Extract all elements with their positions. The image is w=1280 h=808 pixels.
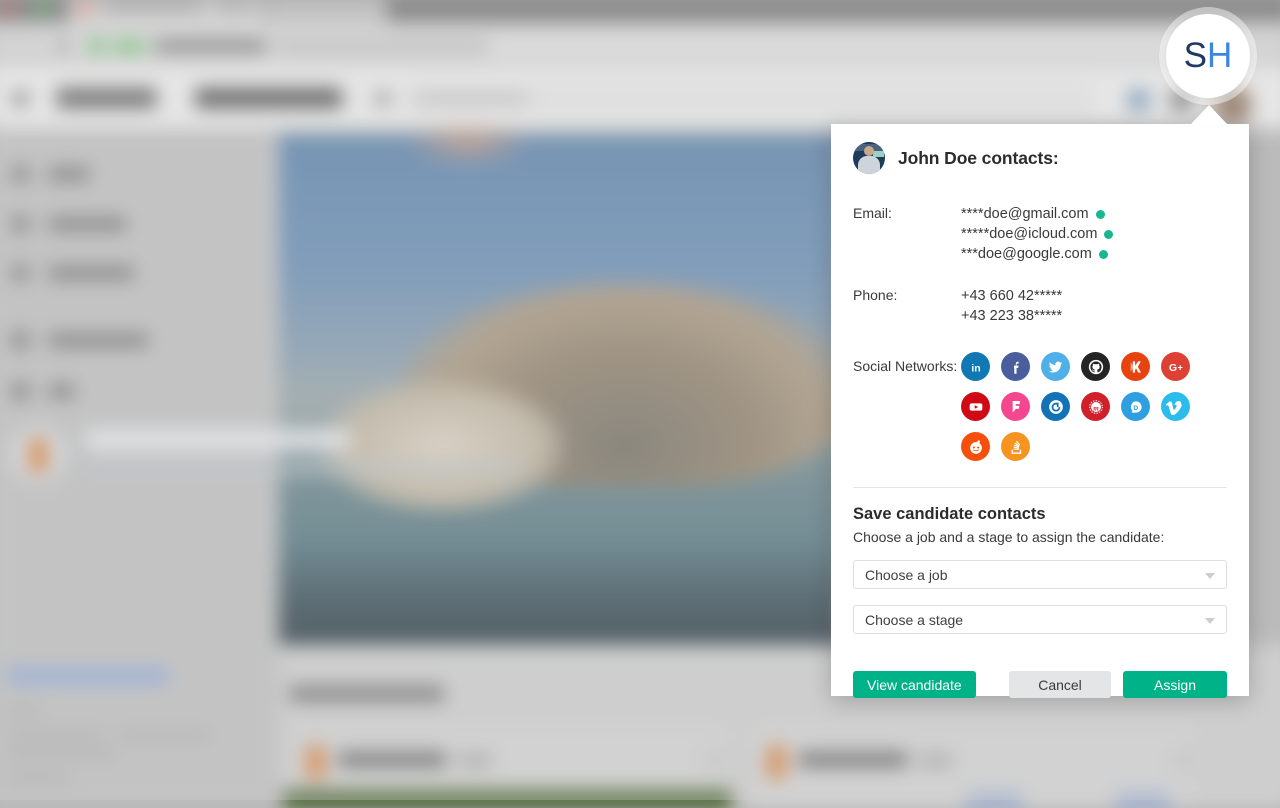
save-candidate-section: Save candidate contacts Choose a job and…	[853, 488, 1227, 698]
phone-item[interactable]: +43 660 42*****	[961, 286, 1227, 306]
svg-text:m: m	[1093, 404, 1099, 412]
email-values: ****doe@gmail.com *****doe@icloud.com **…	[961, 204, 1227, 264]
twitter-icon[interactable]	[1041, 352, 1070, 381]
google-plus-icon[interactable]: G+	[1161, 352, 1190, 381]
stage-select[interactable]: Choose a stage	[853, 605, 1227, 634]
view-candidate-button[interactable]: View candidate	[853, 671, 976, 698]
phone-row: Phone: +43 660 42***** +43 223 38*****	[853, 286, 1227, 326]
cancel-button[interactable]: Cancel	[1009, 671, 1111, 698]
email-text: *****doe@icloud.com	[961, 224, 1097, 244]
chevron-down-icon	[1205, 573, 1215, 579]
candidate-contacts-popover: John Doe contacts: Email: ****doe@gmail.…	[831, 124, 1249, 696]
vimeo-icon[interactable]	[1161, 392, 1190, 421]
github-icon[interactable]	[1081, 352, 1110, 381]
reddit-icon[interactable]	[961, 432, 990, 461]
popover-title: John Doe contacts:	[898, 148, 1059, 169]
svg-text:in: in	[971, 362, 980, 374]
phone-label: Phone:	[853, 286, 961, 303]
contact-details: Email: ****doe@gmail.com *****doe@icloud…	[853, 204, 1227, 461]
linkedin-icon[interactable]: in	[961, 352, 990, 381]
avatar-initial-second: H	[1207, 36, 1232, 75]
facebook-icon[interactable]	[1001, 352, 1030, 381]
email-row: Email: ****doe@gmail.com *****doe@icloud…	[853, 204, 1227, 264]
foursquare-icon[interactable]	[1001, 392, 1030, 421]
job-select-value: Choose a job	[865, 567, 948, 583]
phone-values: +43 660 42***** +43 223 38*****	[961, 286, 1227, 326]
job-select[interactable]: Choose a job	[853, 560, 1227, 589]
user-avatar-badge[interactable]: SH	[1166, 14, 1250, 98]
email-text: ***doe@google.com	[961, 244, 1092, 264]
save-section-title: Save candidate contacts	[853, 505, 1227, 524]
avatar-initials: SH	[1184, 36, 1233, 76]
svg-text:D: D	[1133, 405, 1138, 412]
disqus-icon[interactable]: D	[1121, 392, 1150, 421]
chevron-down-icon	[1205, 618, 1215, 624]
email-text: ****doe@gmail.com	[961, 204, 1089, 224]
email-item[interactable]: ***doe@google.com	[961, 244, 1227, 264]
email-item[interactable]: ****doe@gmail.com	[961, 204, 1227, 224]
assign-button[interactable]: Assign	[1123, 671, 1227, 698]
phone-text: +43 660 42*****	[961, 286, 1062, 306]
candidate-avatar	[853, 142, 885, 174]
social-networks-row: Social Networks: in G+ m D	[853, 352, 1227, 461]
popover-action-buttons: View candidate Cancel Assign	[853, 671, 1227, 698]
popover-arrow	[1190, 105, 1228, 125]
verified-dot-icon	[1096, 210, 1105, 219]
social-networks-list: in G+ m D	[961, 352, 1191, 461]
svg-text:+: +	[1177, 362, 1182, 372]
popover-header: John Doe contacts:	[853, 142, 1227, 174]
stage-select-value: Choose a stage	[865, 612, 963, 628]
gravatar-icon[interactable]	[1041, 392, 1070, 421]
phone-item[interactable]: +43 223 38*****	[961, 306, 1227, 326]
phone-text: +43 223 38*****	[961, 306, 1062, 326]
avatar-initial-first: S	[1184, 36, 1207, 75]
meetup-icon[interactable]: m	[1081, 392, 1110, 421]
verified-dot-icon	[1099, 250, 1108, 259]
kickstarter-icon[interactable]	[1121, 352, 1150, 381]
svg-text:G: G	[1169, 363, 1177, 374]
stackoverflow-icon[interactable]	[1001, 432, 1030, 461]
youtube-icon[interactable]	[961, 392, 990, 421]
social-networks-label: Social Networks:	[853, 352, 961, 374]
email-label: Email:	[853, 204, 961, 221]
verified-dot-icon	[1104, 230, 1113, 239]
email-item[interactable]: *****doe@icloud.com	[961, 224, 1227, 244]
save-section-subtitle: Choose a job and a stage to assign the c…	[853, 529, 1227, 545]
